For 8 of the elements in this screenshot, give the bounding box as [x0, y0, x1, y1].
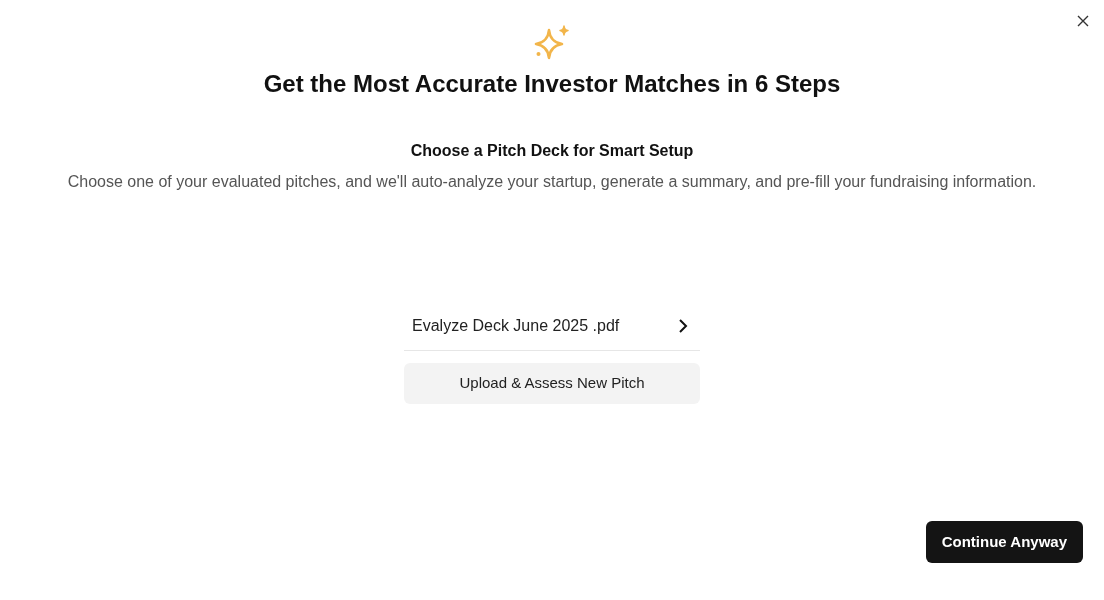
- close-icon: [1077, 15, 1089, 27]
- description-text: Choose one of your evaluated pitches, and we'll auto-analyze your startup, generate a summary, and pre-fill your fundraising information.: [66, 171, 1038, 192]
- chevron-right-icon: [678, 317, 688, 334]
- continue-button[interactable]: Continue Anyway: [925, 520, 1083, 563]
- section-heading: Choose a Pitch Deck for Smart Setup: [409, 140, 695, 161]
- upload-button[interactable]: Upload & Assess New Pitch: [404, 362, 700, 404]
- deck-item[interactable]: Evalyze Deck June 2025 .pdf: [404, 303, 700, 351]
- dialog-title: Get the Most Accurate Investor Matches in 6 Steps: [262, 70, 842, 99]
